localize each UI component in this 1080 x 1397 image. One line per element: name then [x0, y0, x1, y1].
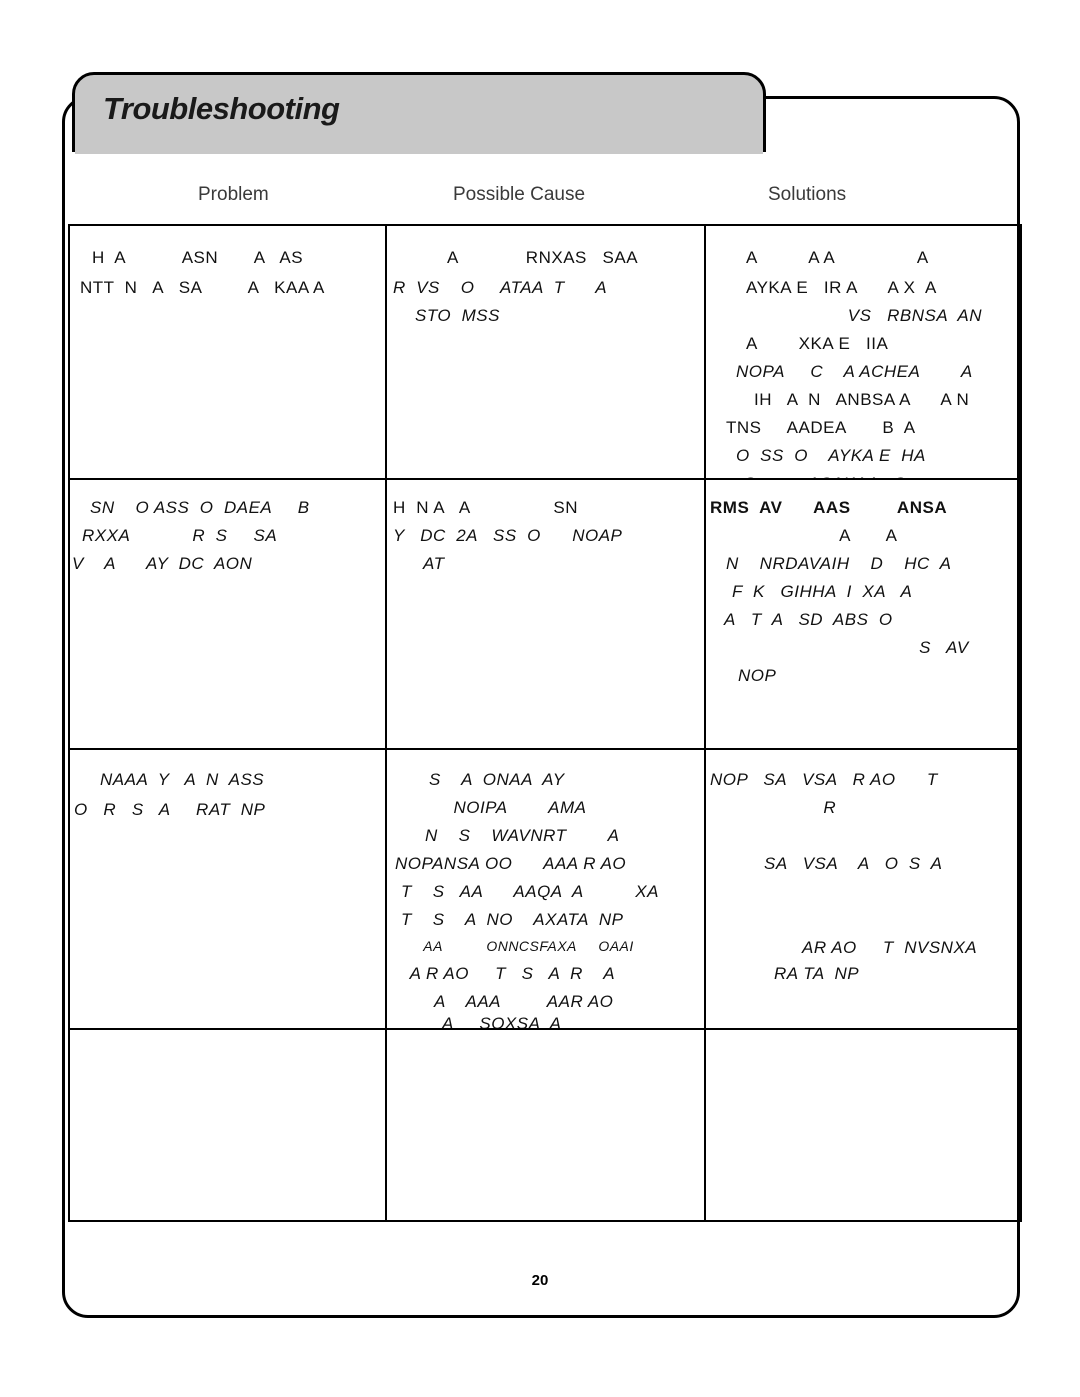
text-line: N S WAVNRT A: [425, 826, 620, 845]
table-row: [68, 1028, 1022, 1222]
text-line: RA TA NP: [774, 964, 860, 983]
text-line: NOP SA VSA R AO T: [710, 770, 938, 789]
cell-problem-4: [68, 1028, 387, 1222]
cell-content: NAAA Y A N ASS O R S A RAT NP: [70, 750, 385, 1028]
troubleshooting-table-wrap: Problem Possible Cause Solutions H A ASN…: [68, 168, 1022, 1222]
cell-content: [70, 1030, 385, 1220]
cell-problem-1: H A ASN A AS NTT N A SA A KAA A: [68, 224, 387, 480]
text-line: NOP: [738, 666, 777, 685]
text-line: STO MSS: [415, 306, 500, 325]
text-line: Y DC 2A SS O NOAP: [393, 526, 623, 545]
text-line: AT: [423, 554, 445, 573]
text-line: S AV: [846, 638, 969, 657]
text-line: NOIPA AMA: [443, 798, 587, 817]
text-line: T S A NO AXATA NP: [401, 910, 624, 929]
cell-cause-4: [385, 1028, 706, 1222]
text-line: H N A A SN: [393, 498, 579, 517]
text-line: A XKA E IIA: [746, 334, 889, 353]
text-line: VS RBNSA AN: [806, 306, 983, 325]
text-line: RXXA R S SA: [82, 526, 278, 545]
table-column-headers: Problem Possible Cause Solutions: [68, 168, 1014, 224]
cell-content: A A A A AYKA E IR A A X A VS RBNSA AN A …: [706, 226, 1020, 478]
text-line: T S AA AAQA A XA: [401, 882, 659, 901]
text-line: AR AO T NVSNXA: [802, 938, 978, 957]
text-line: A A: [746, 526, 898, 545]
text-line: SN O ASS O DAEA B: [90, 498, 310, 517]
text-line: TNS AADEA B A: [726, 418, 916, 437]
text-line: V A AY DC AON: [72, 554, 253, 573]
cell-content: [387, 1030, 704, 1220]
text-line: O SS O AYKA E HA: [736, 446, 926, 465]
page-number: 20: [531, 1272, 549, 1289]
tab-merge-strip: [75, 146, 763, 154]
page-title: Troubleshooting: [103, 91, 340, 126]
text-line: NOPANSA OO AAA R AO: [395, 854, 627, 873]
text-line: R: [792, 798, 837, 817]
text-line: O ASAKAA S: [744, 474, 907, 478]
cell-content: A RNXAS SAA R VS O ATAA T A STO MSS: [387, 226, 704, 478]
cell-solutions-4: [704, 1028, 1022, 1222]
cell-content: [706, 1030, 1020, 1220]
cell-solutions-1: A A A A AYKA E IR A A X A VS RBNSA AN A …: [704, 224, 1022, 480]
text-line: A AAA AAR AO: [419, 992, 614, 1011]
table-row: SN O ASS O DAEA B RXXA R S SA V A AY DC …: [68, 478, 1022, 750]
troubleshooting-table: H A ASN A AS NTT N A SA A KAA A A RNXAS …: [68, 224, 1022, 1222]
text-line: S A ONAA AY: [429, 770, 565, 789]
text-line: AYKA E IR A A X A: [746, 278, 937, 297]
text-line: A R AO T S A R A: [405, 964, 616, 983]
text-line: NOPA C A ACHEA A: [736, 362, 973, 381]
cell-solutions-2: RMS AV AAS ANSA A A N NRDAVAIH D HC A F …: [704, 478, 1022, 750]
text-line: A RNXAS SAA: [447, 248, 639, 267]
text-line: F K GIHHA I XA A: [732, 582, 913, 601]
text-line: A A A A: [746, 248, 929, 267]
column-header-problem: Problem: [198, 184, 269, 205]
cell-cause-2: H N A A SN Y DC 2A SS O NOAP AT: [385, 478, 706, 750]
text-line: RMS AV AAS ANSA: [710, 498, 948, 517]
cell-content: H A ASN A AS NTT N A SA A KAA A: [70, 226, 385, 478]
table-row: H A ASN A AS NTT N A SA A KAA A A RNXAS …: [68, 224, 1022, 480]
cell-solutions-3: NOP SA VSA R AO T R SA VSA A O S A AR AO…: [704, 748, 1022, 1030]
cell-cause-1: A RNXAS SAA R VS O ATAA T A STO MSS: [385, 224, 706, 480]
table-row: NAAA Y A N ASS O R S A RAT NP S A ONAA A…: [68, 748, 1022, 1030]
text-line: R VS O ATAA T A: [393, 278, 608, 297]
cell-content: H N A A SN Y DC 2A SS O NOAP AT: [387, 480, 704, 748]
text-line: NTT N A SA A KAA A: [80, 278, 325, 297]
cell-problem-2: SN O ASS O DAEA B RXXA R S SA V A AY DC …: [68, 478, 387, 750]
text-line: A SOXSA A: [427, 1014, 562, 1028]
cell-content: RMS AV AAS ANSA A A N NRDAVAIH D HC A F …: [706, 480, 1020, 748]
text-line: N NRDAVAIH D HC A: [726, 554, 952, 573]
text-line: A T A SD ABS O: [724, 610, 893, 629]
cell-cause-3: S A ONAA AY NOIPA AMA N S WAVNRT A NOPAN…: [385, 748, 706, 1030]
manual-page: Troubleshooting Problem Possible Cause S…: [0, 0, 1080, 1397]
text-line: NAAA Y A N ASS: [100, 770, 265, 789]
text-line: AA ONNCSFAXA OAAI: [415, 938, 634, 954]
section-title-tab: Troubleshooting: [72, 72, 766, 152]
text-line: O R S A RAT NP: [74, 800, 266, 819]
cell-content: NOP SA VSA R AO T R SA VSA A O S A AR AO…: [706, 750, 1020, 1028]
cell-content: S A ONAA AY NOIPA AMA N S WAVNRT A NOPAN…: [387, 750, 704, 1028]
cell-problem-3: NAAA Y A N ASS O R S A RAT NP: [68, 748, 387, 1030]
text-line: H A ASN A AS: [92, 248, 304, 267]
text-line: IH A N ANBSA A A N: [754, 390, 970, 409]
cell-content: SN O ASS O DAEA B RXXA R S SA V A AY DC …: [70, 480, 385, 748]
section-title-tab-inner: Troubleshooting: [75, 75, 763, 149]
column-header-solutions: Solutions: [768, 184, 847, 205]
column-header-possible-cause: Possible Cause: [453, 184, 586, 205]
text-line: SA VSA A O S A: [764, 854, 943, 873]
